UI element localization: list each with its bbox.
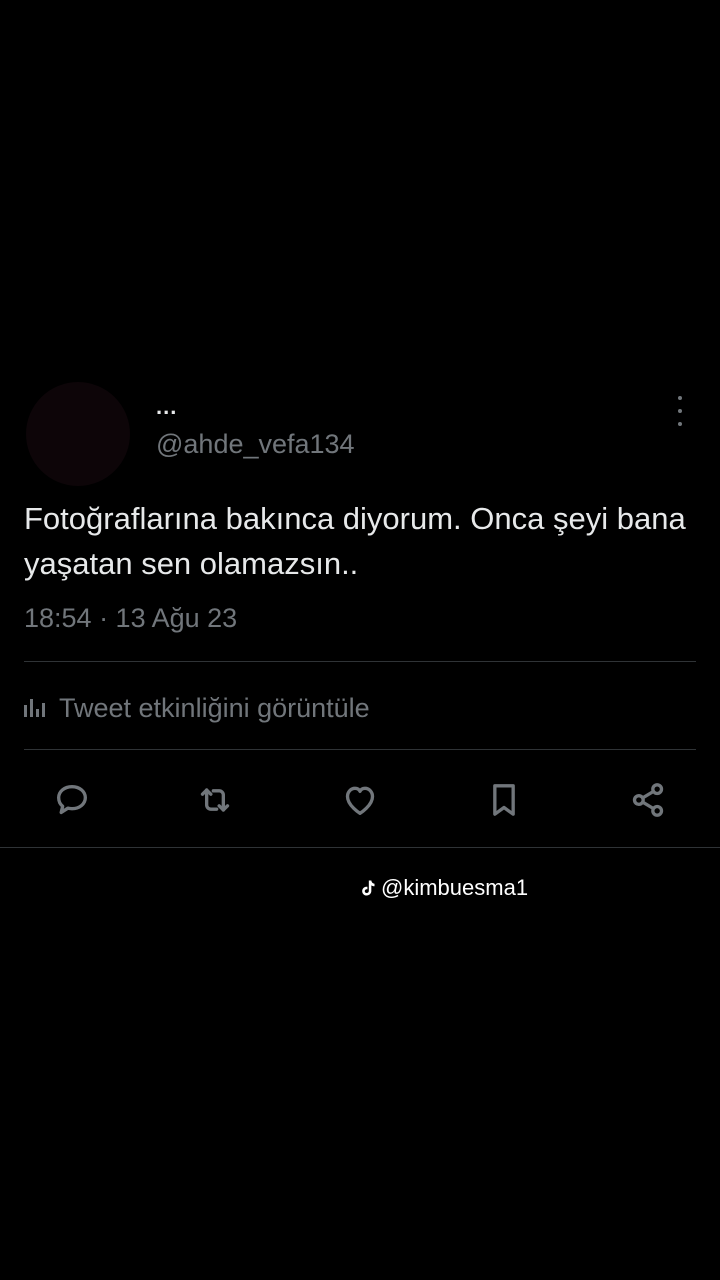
retweet-icon[interactable] bbox=[195, 780, 235, 820]
bookmark-icon[interactable] bbox=[484, 780, 524, 820]
tweet-timestamp[interactable]: 18:54 · 13 Ağu 23 bbox=[24, 600, 237, 636]
more-options-icon[interactable] bbox=[670, 396, 690, 426]
display-name[interactable]: ... bbox=[156, 392, 177, 422]
tweet-activity-link[interactable]: Tweet etkinliğini görüntüle bbox=[24, 690, 370, 726]
share-icon[interactable] bbox=[628, 780, 668, 820]
tweet-actions-bar bbox=[0, 772, 720, 828]
tiktok-icon bbox=[362, 880, 375, 896]
divider bbox=[24, 661, 696, 662]
tweet-activity-label: Tweet etkinliğini görüntüle bbox=[59, 693, 370, 723]
divider bbox=[24, 749, 696, 750]
tweet-text: Fotoğraflarına bakınca diyorum. Onca şey… bbox=[24, 501, 686, 581]
tweet-card: ... @ahde_vefa134 Fotoğraflarına bakınca… bbox=[0, 370, 720, 848]
like-icon[interactable] bbox=[340, 780, 380, 820]
divider bbox=[0, 847, 720, 848]
analytics-icon bbox=[24, 699, 45, 717]
user-handle[interactable]: @ahde_vefa134 bbox=[156, 426, 355, 462]
reply-icon[interactable] bbox=[52, 780, 92, 820]
watermark: @kimbuesma1 bbox=[358, 874, 528, 902]
avatar[interactable] bbox=[26, 382, 130, 486]
watermark-text: @kimbuesma1 bbox=[381, 875, 529, 900]
